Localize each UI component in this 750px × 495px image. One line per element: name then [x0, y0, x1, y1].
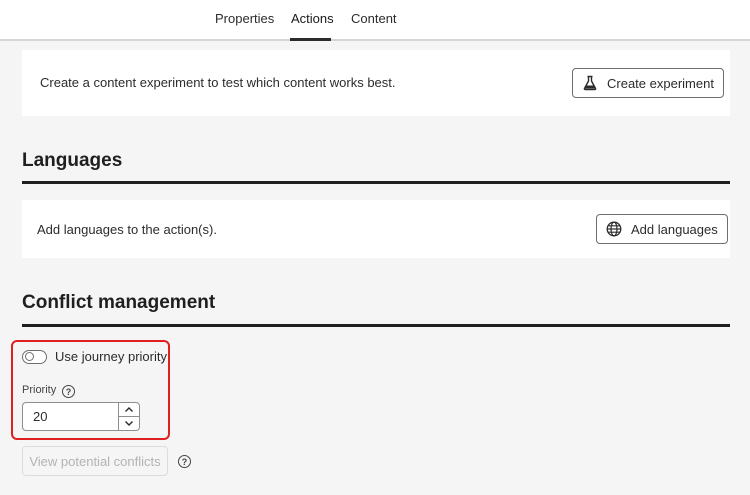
tab-actions[interactable]: Actions	[291, 11, 334, 26]
create-experiment-button[interactable]: Create experiment	[572, 68, 724, 98]
experiment-description: Create a content experiment to test whic…	[40, 75, 396, 90]
create-experiment-label: Create experiment	[607, 75, 714, 91]
languages-card: Add languages to the action(s). Add lang…	[22, 200, 730, 258]
languages-description: Add languages to the action(s).	[37, 222, 217, 237]
tab-content[interactable]: Content	[351, 11, 397, 26]
active-tab-indicator	[290, 38, 331, 41]
languages-title: Languages	[22, 150, 123, 171]
highlight-box	[11, 340, 170, 440]
tab-bar: Properties Actions Content	[0, 0, 750, 41]
tab-properties[interactable]: Properties	[215, 11, 274, 26]
languages-divider	[22, 181, 730, 184]
conflicts-help-icon[interactable]: ?	[178, 455, 191, 468]
conflict-management-divider	[22, 324, 730, 327]
add-languages-button[interactable]: Add languages	[596, 214, 728, 244]
flask-icon	[581, 74, 599, 92]
conflict-management-title: Conflict management	[22, 292, 216, 313]
experiment-card: Create a content experiment to test whic…	[22, 50, 730, 116]
view-potential-conflicts-button[interactable]: View potential conflicts	[22, 446, 168, 476]
globe-icon	[605, 220, 623, 238]
add-languages-label: Add languages	[631, 221, 718, 237]
